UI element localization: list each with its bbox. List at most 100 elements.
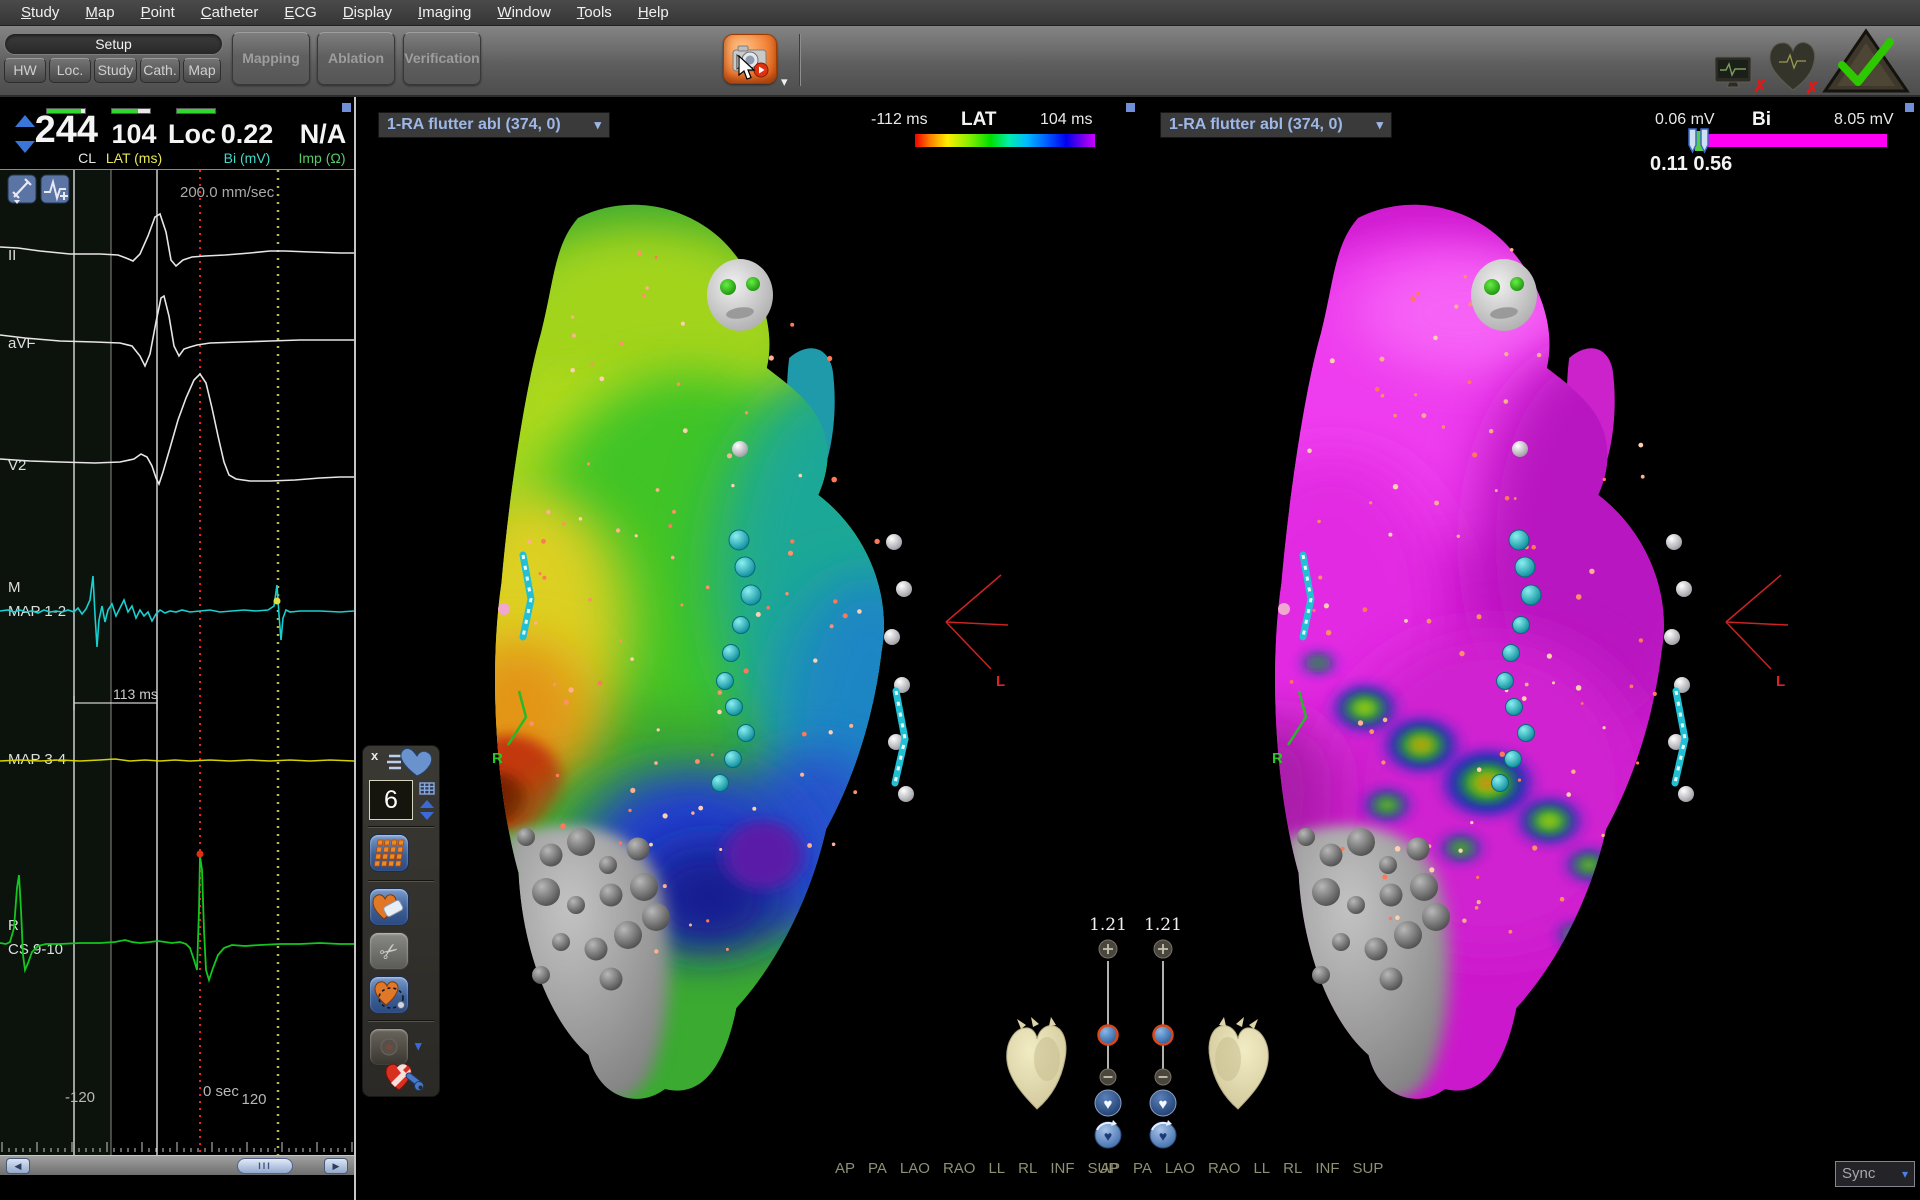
orient-rl[interactable]: RL (1283, 1160, 1302, 1180)
axis-r-label-right: R (1272, 750, 1283, 767)
select-region-button[interactable] (369, 976, 409, 1014)
palette-close-button[interactable]: x (371, 748, 378, 763)
menu-window[interactable]: Window (484, 4, 563, 21)
menu-tools[interactable]: Tools (564, 4, 625, 21)
map-tool-palette: x 6 (362, 745, 440, 1097)
scroll-right-button[interactable]: ▶ (324, 1158, 348, 1174)
orient-rao[interactable]: RAO (1208, 1160, 1241, 1180)
orientation-buttons-right: AP PA LAO RAO LL RL INF SUP (1100, 1160, 1383, 1180)
setup-loc-button[interactable]: Loc. (49, 58, 91, 83)
axes-right (1726, 575, 1788, 669)
map12-annotation-dot (274, 598, 281, 605)
trace-label-ii[interactable]: II (8, 247, 16, 264)
system-ok-triangle-icon[interactable] (1825, 31, 1907, 91)
orient-pa[interactable]: PA (1133, 1160, 1152, 1180)
map-settings-heart-wrench-icon[interactable] (379, 1060, 425, 1094)
erase-map-button[interactable] (369, 888, 409, 926)
scissors-icon: ✂ (370, 933, 408, 969)
orient-rao[interactable]: RAO (943, 1160, 976, 1180)
zoom-value-left: 1.21 (1084, 915, 1132, 935)
setup-map-button[interactable]: Map (183, 58, 221, 83)
orientation-buttons-left: AP PA LAO RAO LL RL INF SUP (835, 1160, 1118, 1180)
patient-monitor-disconnected-icon[interactable]: ✗ (1715, 57, 1767, 96)
orient-sup[interactable]: SUP (1353, 1160, 1384, 1180)
count-spinner[interactable] (418, 782, 436, 822)
menu-study[interactable]: Study (8, 4, 72, 21)
lat-scale-max: 104 ms (1040, 111, 1092, 129)
map-selector-left[interactable]: 1-RA flutter abl (374, 0) ▾ (378, 112, 610, 138)
orient-inf[interactable]: INF (1315, 1160, 1339, 1180)
orient-ll[interactable]: LL (988, 1160, 1005, 1180)
orient-inf[interactable]: INF (1050, 1160, 1074, 1180)
zoom-slider-left[interactable]: ♥ ♥ (1084, 937, 1132, 1151)
setup-hw-button[interactable]: HW (4, 58, 46, 83)
ecg-time-scrollbar[interactable]: ◀ III ▶ (0, 1155, 354, 1175)
palette-expand-chevron[interactable]: ▾ (415, 1038, 422, 1054)
palette-divider (368, 880, 434, 882)
map-selector-right-label: 1-RA flutter abl (374, 0) (1169, 116, 1343, 133)
bi-threshold-values: 0.11 0.56 (1650, 153, 1732, 176)
axis-l-label-left: L (996, 673, 1005, 690)
lat-map-surface[interactable] (437, 183, 964, 1113)
zoom-slider-right[interactable]: ♥ ♥ (1139, 937, 1187, 1151)
3d-map-canvas[interactable]: L R L R (356, 97, 1920, 1200)
bi-color-bar[interactable] (1697, 134, 1887, 147)
panel-indicator-square (342, 103, 351, 112)
mapping-mode-button[interactable]: Mapping (232, 32, 310, 85)
trace-label-m[interactable]: M (8, 579, 21, 596)
menu-point[interactable]: Point (128, 4, 188, 21)
menu-ecg[interactable]: ECG (271, 4, 330, 21)
bi-map-surface[interactable] (1213, 183, 1715, 1113)
orient-rl[interactable]: RL (1018, 1160, 1037, 1180)
menu-display[interactable]: Display (330, 4, 405, 21)
mini-grid-icon (420, 783, 434, 794)
bi-threshold-handles[interactable] (1687, 127, 1713, 155)
verification-mode-button[interactable]: Verification (403, 32, 481, 85)
menu-map[interactable]: Map (72, 4, 127, 21)
orient-ll[interactable]: LL (1253, 1160, 1270, 1180)
heart-icon: ♥ (1104, 1096, 1113, 1113)
orient-lao[interactable]: LAO (1165, 1160, 1195, 1180)
map-selector-right[interactable]: 1-RA flutter abl (374, 0) ▾ (1160, 112, 1392, 138)
setup-study-button[interactable]: Study (94, 58, 137, 83)
orient-ap[interactable]: AP (1100, 1160, 1120, 1180)
orient-ap[interactable]: AP (835, 1160, 855, 1180)
orient-lao[interactable]: LAO (900, 1160, 930, 1180)
scrollbar-thumb[interactable]: III (237, 1158, 293, 1174)
menu-imaging[interactable]: Imaging (405, 4, 484, 21)
sync-label: Sync (1842, 1165, 1875, 1182)
axes-left (946, 575, 1008, 669)
spinner-up-icon[interactable] (420, 800, 434, 808)
sync-dropdown[interactable]: Sync ▾ (1835, 1161, 1915, 1187)
heart-model-right (1209, 1017, 1268, 1109)
cut-map-button[interactable]: ✂ (369, 932, 409, 970)
snapshot-dropdown-chevron[interactable]: ▾ (781, 74, 788, 90)
bi-label: Bi (mV) (214, 150, 280, 166)
pink-marker-right (1278, 603, 1290, 615)
menu-help[interactable]: Help (625, 4, 682, 21)
cs910-annotation-dot (197, 851, 204, 858)
time-axis-min: -120 (65, 1089, 95, 1106)
cl-label: CL (60, 150, 96, 166)
loc-gauge (176, 108, 216, 114)
ablation-mode-button[interactable]: Ablation (317, 32, 395, 85)
zoom-value-right: 1.21 (1139, 915, 1187, 935)
menu-bar: Study Map Point Catheter ECG Display Ima… (0, 0, 1920, 26)
reference-heart-disconnected-icon[interactable]: ✗ (1770, 42, 1819, 96)
sweep-speed-label: 200.0 mm/sec (180, 184, 275, 201)
fast-map-heart-icon[interactable] (387, 748, 435, 778)
bi-scale-title: Bi (1752, 109, 1771, 131)
setup-cath-button[interactable]: Cath. (140, 58, 180, 83)
lat-color-scale: -112 ms LAT 104 ms (861, 105, 1151, 153)
point-count-box[interactable]: 6 (369, 780, 413, 820)
spinner-down-icon[interactable] (420, 812, 434, 820)
slider-thumb[interactable] (1154, 1026, 1173, 1045)
slider-thumb[interactable] (1099, 1026, 1118, 1045)
menu-catheter[interactable]: Catheter (188, 4, 272, 21)
bi-scale-max: 8.05 mV (1834, 111, 1894, 129)
lat-color-bar[interactable] (915, 134, 1095, 147)
scroll-left-button[interactable]: ◀ (6, 1158, 30, 1174)
fill-threshold-button[interactable] (369, 834, 409, 872)
caliper-value-label: 113 ms (113, 686, 158, 702)
orient-pa[interactable]: PA (868, 1160, 887, 1180)
